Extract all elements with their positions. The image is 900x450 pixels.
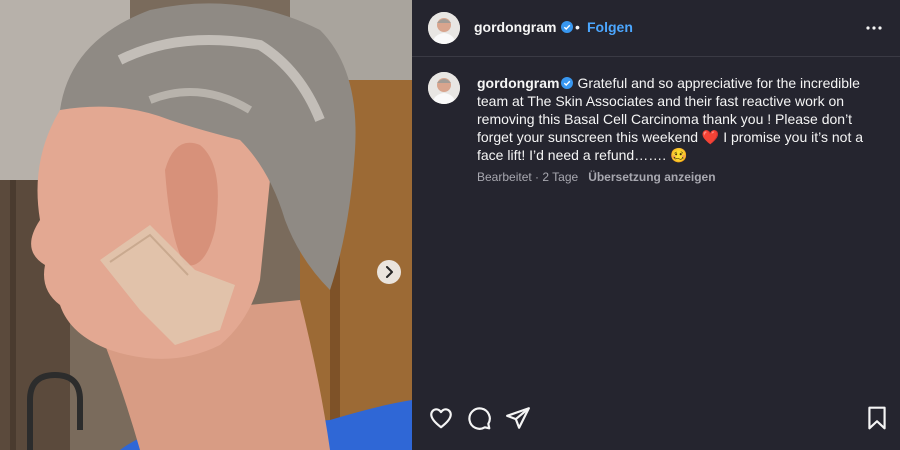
- caption-username[interactable]: gordongram: [477, 75, 559, 91]
- avatar-image: [428, 12, 460, 44]
- caption-avatar[interactable]: [428, 72, 460, 104]
- paper-plane-icon[interactable]: [505, 405, 531, 431]
- verified-badge-icon: [561, 21, 574, 33]
- avatar-image: [428, 72, 460, 104]
- more-options-icon[interactable]: [864, 18, 884, 38]
- action-bar: [412, 405, 900, 435]
- edited-timestamp: Bearbeitet · 2 Tage: [477, 170, 579, 184]
- verified-badge-icon: [561, 77, 574, 89]
- translate-link[interactable]: Übersetzung anzeigen: [588, 170, 715, 184]
- header-username[interactable]: gordongram: [474, 19, 574, 35]
- post-photo: [0, 0, 412, 450]
- post-image: [0, 0, 412, 450]
- caption-body: gordongram Grateful and so appreciative f…: [477, 74, 877, 164]
- caption-meta: Bearbeitet · 2 Tage Übersetzung anzeigen: [477, 170, 716, 184]
- comment-icon[interactable]: [466, 405, 492, 431]
- follow-button[interactable]: Folgen: [587, 19, 633, 35]
- next-image-button[interactable]: [377, 260, 401, 284]
- heart-icon[interactable]: [428, 405, 454, 431]
- username-text[interactable]: gordongram: [474, 19, 556, 35]
- bookmark-icon[interactable]: [864, 405, 890, 431]
- separator-dot: •: [575, 19, 580, 35]
- post-panel: gordongram • Folgen gordongram Grateful a…: [412, 0, 900, 450]
- avatar[interactable]: [428, 12, 460, 44]
- header-divider: [412, 56, 900, 57]
- chevron-right-icon: [386, 266, 393, 278]
